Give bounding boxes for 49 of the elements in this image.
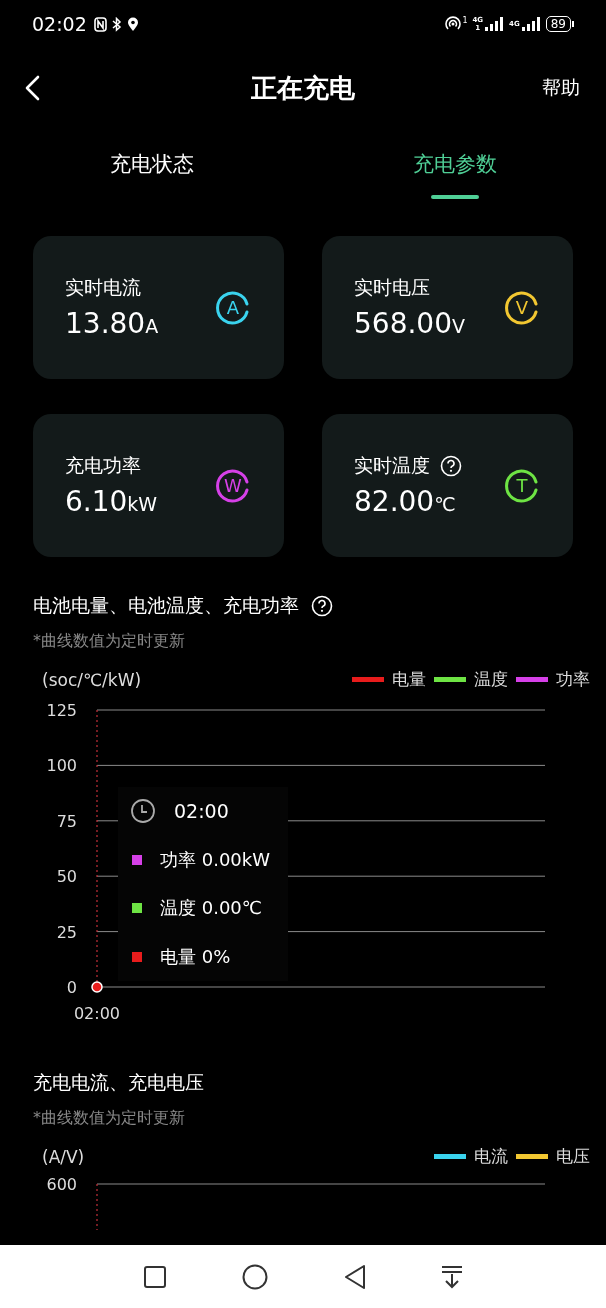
clock-time: 02:02 bbox=[32, 13, 87, 35]
y-tick: 0 bbox=[66, 978, 77, 997]
y-tick: 100 bbox=[46, 756, 77, 776]
legend-label: 功率 bbox=[556, 668, 590, 691]
help-icon[interactable] bbox=[440, 455, 462, 477]
legend-label: 电压 bbox=[556, 1145, 590, 1168]
recents-icon[interactable] bbox=[142, 1264, 167, 1289]
legend-label: 电量 bbox=[392, 668, 426, 691]
page-title: 正在充电 bbox=[251, 71, 355, 105]
metric-value: 568.00V bbox=[354, 307, 465, 340]
legend-label: 电流 bbox=[474, 1145, 508, 1168]
cursor-line bbox=[96, 1183, 98, 1230]
data-point bbox=[91, 981, 103, 993]
metric-label: 充电功率 bbox=[65, 453, 141, 478]
chart-title: 电池电量、电池温度、充电功率 bbox=[33, 593, 299, 618]
nfc-icon bbox=[93, 16, 107, 32]
axis-unit: (A/V) bbox=[42, 1146, 85, 1167]
metric-label: 实时温度 bbox=[354, 453, 430, 478]
tab[interactable]: 充电状态 bbox=[0, 128, 303, 205]
chart-note: *曲线数值为定时更新 bbox=[32, 1108, 186, 1129]
back-icon[interactable] bbox=[343, 1263, 366, 1290]
y-tick: 25 bbox=[56, 922, 77, 942]
clock-icon bbox=[130, 798, 156, 825]
y-tick: 125 bbox=[46, 701, 77, 720]
legend-label: 温度 bbox=[474, 668, 508, 691]
metric-value: 6.10kW bbox=[65, 485, 158, 518]
bluetooth-icon bbox=[111, 16, 122, 32]
tooltip-time: 02:00 bbox=[174, 800, 229, 823]
metric-value: 13.80A bbox=[65, 307, 159, 340]
tooltip-value: 温度 0.00℃ bbox=[160, 896, 262, 921]
y-tick: 50 bbox=[56, 867, 77, 887]
metric-label: 实时电流 bbox=[65, 275, 141, 300]
notification-pull-icon[interactable] bbox=[441, 1264, 464, 1289]
tooltip-value: 功率 0.00kW bbox=[160, 847, 271, 872]
x-tick: 02:00 bbox=[73, 1004, 121, 1023]
tooltip-value: 电量 0% bbox=[160, 944, 231, 969]
tab[interactable]: 充电参数 bbox=[303, 128, 606, 205]
metric-value: 82.00℃ bbox=[354, 485, 457, 518]
help-link[interactable]: 帮助 bbox=[542, 75, 580, 101]
location-icon bbox=[126, 16, 139, 32]
chart-note: *曲线数值为定时更新 bbox=[32, 631, 186, 652]
home-icon[interactable] bbox=[242, 1263, 269, 1290]
metric-label: 实时电压 bbox=[354, 275, 430, 300]
y-tick: 600 bbox=[46, 1175, 77, 1194]
battery-icon: 89 bbox=[545, 16, 574, 32]
axis-unit: (soc/℃/kW) bbox=[42, 669, 142, 690]
chart-title: 充电电流、充电电压 bbox=[33, 1070, 204, 1095]
help-icon[interactable] bbox=[311, 595, 333, 617]
y-tick: 75 bbox=[56, 811, 77, 831]
